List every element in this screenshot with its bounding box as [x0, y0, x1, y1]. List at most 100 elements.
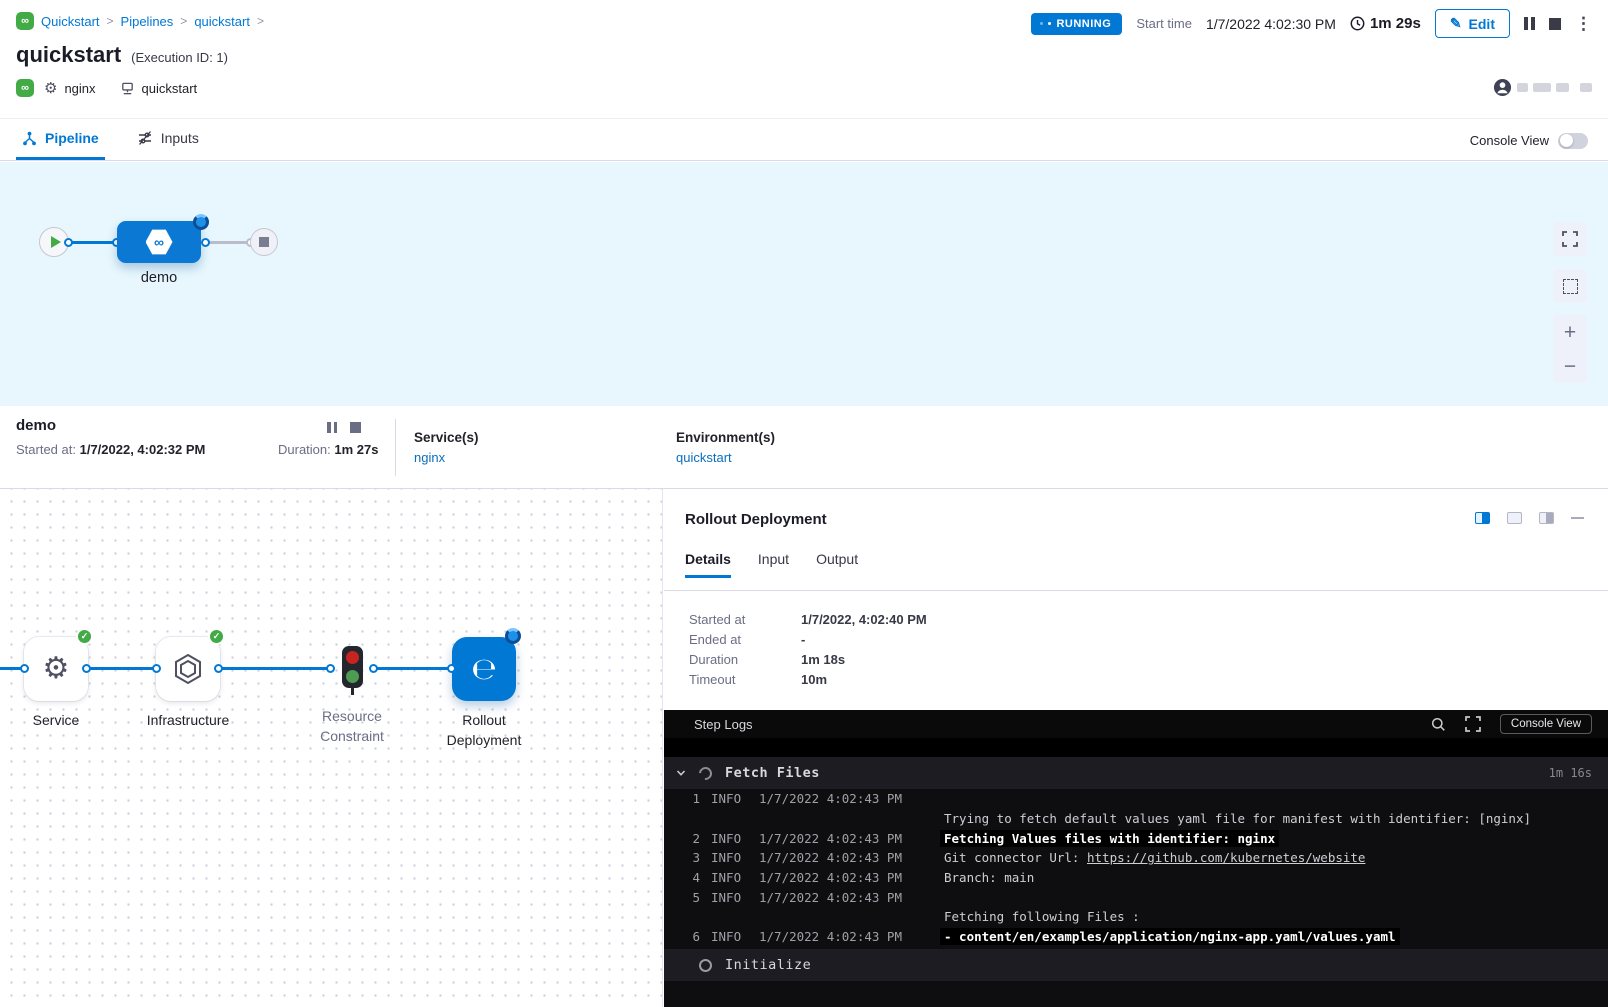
- edit-button-label: Edit: [1469, 16, 1495, 32]
- page-header: ∞ Quickstart > Pipelines > quickstart > …: [0, 0, 1608, 118]
- canvas-select-button[interactable]: [1553, 269, 1587, 303]
- log-line: 5INFO1/7/2022 4:02:43 PM: [664, 887, 1608, 907]
- step-node-resource-constraint[interactable]: [342, 646, 363, 688]
- environment-link[interactable]: quickstart: [676, 450, 732, 465]
- connector-dot: [447, 664, 456, 673]
- pipeline-execution-page: ∞ Quickstart > Pipelines > quickstart > …: [0, 0, 1608, 1007]
- success-check-icon: ✓: [76, 628, 93, 645]
- log-line: Trying to fetch default values yaml file…: [664, 809, 1608, 829]
- execution-detail-split: ⚙ ✓ ✓ ℮: [0, 489, 1608, 1007]
- search-icon[interactable]: [1431, 717, 1446, 732]
- detail-row-ended-at: Ended at-: [689, 632, 805, 647]
- rollout-deployment-icon: ℮: [471, 652, 497, 687]
- log-section-fetch-files[interactable]: Fetch Files 1m 16s: [664, 757, 1608, 789]
- status-badge: RUNNING: [1031, 13, 1122, 35]
- step-details-panel: Rollout Deployment Details Input Output …: [664, 489, 1608, 1007]
- step-label-rollout-deployment: Rollout Deployment: [429, 710, 539, 750]
- services-label: Service(s): [414, 430, 479, 445]
- connector-dot: [82, 664, 91, 673]
- redacted-text: [1533, 83, 1551, 92]
- layout-bottom-icon[interactable]: [1507, 512, 1522, 524]
- log-section-initialize[interactable]: Initialize: [664, 949, 1608, 981]
- pipeline-icon: [22, 131, 37, 146]
- redacted-text: [1556, 83, 1569, 92]
- avatar-icon: [1493, 78, 1512, 97]
- step-node-infrastructure[interactable]: [156, 637, 220, 701]
- stage-link: [68, 241, 118, 244]
- zoom-in-button[interactable]: +: [1564, 322, 1576, 343]
- service-gear-icon: ⚙: [43, 654, 70, 684]
- step-link: [86, 667, 158, 670]
- step-logs-header: Step Logs Console View: [664, 710, 1608, 738]
- play-icon: [51, 236, 61, 248]
- stop-square-icon: [259, 237, 269, 247]
- pause-stage-button[interactable]: [327, 422, 337, 433]
- section-running-spinner-icon: [696, 764, 714, 782]
- stage-link: [206, 241, 251, 244]
- layout-right-split-icon[interactable]: [1475, 512, 1490, 524]
- stage-node-demo[interactable]: ∞: [117, 221, 201, 263]
- connector-dot: [201, 238, 210, 247]
- tab-pipeline[interactable]: Pipeline: [16, 119, 105, 160]
- console-view-button[interactable]: Console View: [1500, 714, 1592, 734]
- breadcrumb-separator: >: [257, 14, 264, 28]
- canvas-fullscreen-button[interactable]: [1553, 222, 1587, 256]
- environment-name: quickstart: [142, 81, 198, 96]
- redacted-text: [1517, 83, 1528, 92]
- console-view-control: Console View: [1470, 119, 1588, 162]
- environment-icon: [120, 81, 135, 96]
- tab-output[interactable]: Output: [816, 551, 858, 578]
- breadcrumb: ∞ Quickstart > Pipelines > quickstart >: [16, 12, 264, 30]
- start-time-label: Start time: [1136, 16, 1192, 31]
- console-view-toggle[interactable]: [1558, 133, 1588, 149]
- stage-name: demo: [16, 417, 56, 434]
- stage-controls: [327, 422, 361, 433]
- breadcrumb-project[interactable]: Quickstart: [41, 14, 100, 29]
- pipeline-meta: ∞ ⚙ nginx quickstart: [16, 79, 211, 97]
- console-view-label: Console View: [1470, 133, 1549, 148]
- edit-button[interactable]: ✎ Edit: [1435, 9, 1510, 38]
- log-link[interactable]: https://github.com/kubernetes/website: [1087, 850, 1365, 865]
- tab-details[interactable]: Details: [685, 551, 731, 578]
- breadcrumb-pipeline[interactable]: quickstart: [194, 14, 250, 29]
- breadcrumb-separator: >: [107, 14, 114, 28]
- tab-pipeline-label: Pipeline: [45, 130, 99, 146]
- log-line: Fetching following Files :: [664, 907, 1608, 927]
- tab-input[interactable]: Input: [758, 551, 789, 578]
- success-check-icon: ✓: [208, 628, 225, 645]
- stop-execution-button[interactable]: [1549, 18, 1561, 30]
- harness-cd-icon: ∞: [16, 79, 34, 97]
- step-label-service: Service: [1, 710, 111, 730]
- zoom-out-button[interactable]: −: [1564, 356, 1576, 377]
- divider: [395, 419, 396, 476]
- log-line: 1INFO1/7/2022 4:02:43 PM: [664, 789, 1608, 809]
- layout-right-icon[interactable]: [1539, 512, 1554, 524]
- breadcrumb-pipelines[interactable]: Pipelines: [121, 14, 174, 29]
- service-link[interactable]: nginx: [414, 450, 445, 465]
- kebab-menu-icon[interactable]: ⋮: [1575, 15, 1592, 32]
- pipeline-end-node[interactable]: [250, 228, 278, 256]
- tab-inputs[interactable]: Inputs: [131, 119, 205, 160]
- stop-stage-button[interactable]: [350, 422, 361, 433]
- pause-execution-button[interactable]: [1524, 17, 1535, 30]
- step-link: [218, 667, 330, 670]
- inputs-icon: [137, 130, 153, 146]
- environments-label: Environment(s): [676, 430, 775, 445]
- harness-cd-icon: ∞: [16, 12, 34, 30]
- fullscreen-icon: [1562, 231, 1578, 247]
- step-details-title: Rollout Deployment: [685, 511, 827, 528]
- redacted-text: [1580, 83, 1592, 92]
- selection-box-icon: [1563, 279, 1578, 294]
- step-node-service[interactable]: ⚙: [24, 637, 88, 701]
- pipeline-stage-canvas[interactable]: ∞ demo + −: [0, 162, 1608, 406]
- section-pending-circle-icon: [699, 959, 712, 972]
- step-node-rollout-deployment[interactable]: ℮: [452, 637, 516, 701]
- step-logs-panel: Step Logs Console View Fetch Files 1m 16…: [664, 710, 1608, 1007]
- detail-row-duration: Duration1m 18s: [689, 652, 845, 667]
- step-label-resource-constraint: Resource Constraint: [297, 706, 407, 746]
- divider: [664, 590, 1608, 591]
- expand-logs-icon[interactable]: [1465, 716, 1481, 732]
- section-name: Initialize: [725, 957, 811, 973]
- minimize-panel-icon[interactable]: [1571, 517, 1584, 520]
- step-execution-canvas[interactable]: ⚙ ✓ ✓ ℮: [0, 489, 663, 1007]
